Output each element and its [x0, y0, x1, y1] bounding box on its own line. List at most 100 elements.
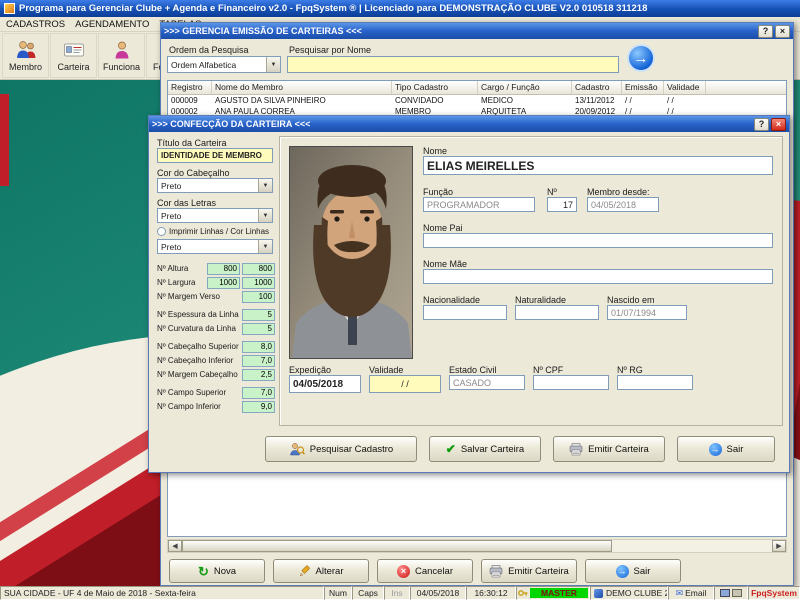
emission-help-button[interactable]: ? [758, 25, 773, 38]
card-help-button[interactable]: ? [754, 118, 769, 131]
pesquisar-cadastro-button[interactable]: Pesquisar Cadastro [265, 436, 417, 462]
emitir-carteira-modal-label: Emitir Carteira [588, 444, 649, 455]
field-curvatura-value[interactable]: 5 [242, 323, 275, 335]
alterar-button[interactable]: Alterar [273, 559, 369, 583]
menu-cadastros[interactable]: CADASTROS [6, 19, 65, 30]
estado-civil-label: Estado Civil [449, 365, 497, 375]
emission-window-titlebar[interactable]: >>> GERENCIA EMISSÃO DE CARTEIRAS <<< ? … [161, 23, 793, 39]
monitor-icon [720, 589, 730, 597]
card-title-label: Título da Carteira [157, 138, 227, 148]
col-registro[interactable]: Registro [168, 81, 212, 94]
toolbar-membro-button[interactable]: Membro [2, 33, 49, 78]
scroll-right-icon[interactable]: ▶ [772, 540, 786, 552]
radio-icon[interactable] [157, 227, 166, 236]
search-name-input[interactable] [287, 56, 619, 73]
line-color-combo[interactable]: Preto ▼ [157, 239, 273, 254]
cpf-input[interactable] [533, 375, 609, 390]
field-margem-verso-value[interactable]: 100 [242, 291, 275, 303]
field-cabecalho-superior-value[interactable]: 8,0 [242, 341, 275, 353]
col-cargo-funcao[interactable]: Cargo / Função [478, 81, 572, 94]
col-cadastro[interactable]: Cadastro [572, 81, 622, 94]
field-margem-cabecalho-label: Nº Margem Cabeçalho [157, 370, 240, 379]
card-title-input[interactable]: IDENTIDADE DE MEMBRO [157, 148, 273, 163]
members-icon [15, 39, 37, 61]
naturalidade-input[interactable] [515, 305, 599, 320]
col-emissao[interactable]: Emissão [622, 81, 664, 94]
status-time: 16:30:12 [466, 586, 516, 600]
nome-input[interactable]: ELIAS MEIRELLES [423, 156, 773, 175]
toolbar-funciona-button[interactable]: Funciona [98, 33, 145, 78]
field-altura-value-2[interactable]: 800 [242, 263, 275, 275]
card-window-titlebar[interactable]: >>> CONFECÇÃO DA CARTEIRA <<< ? × [149, 116, 789, 132]
letter-color-combo[interactable]: Preto ▼ [157, 208, 273, 223]
card-icon [63, 39, 85, 61]
scrollbar-track[interactable] [612, 540, 772, 552]
header-color-combo[interactable]: Preto ▼ [157, 178, 273, 193]
scroll-left-icon[interactable]: ◀ [168, 540, 182, 552]
salvar-carteira-button[interactable]: ✔ Salvar Carteira [429, 436, 541, 462]
horizontal-scrollbar[interactable]: ◀ ▶ [167, 539, 787, 553]
nome-mae-label: Nome Mãe [423, 259, 467, 269]
field-campo-inferior: Nº Campo Inferior 9,0 [157, 400, 275, 413]
toolbar-carteira-button[interactable]: Carteira [50, 33, 97, 78]
cancel-icon: × [397, 565, 410, 578]
membro-desde-label: Membro desde: [587, 187, 650, 197]
emitir-label: Emitir Carteira [508, 566, 569, 577]
field-espessura-value[interactable]: 5 [242, 309, 275, 321]
field-altura-label: Nº Altura [157, 264, 205, 273]
nacionalidade-input[interactable] [423, 305, 507, 320]
status-icons[interactable] [714, 586, 748, 600]
table-row[interactable]: 000009 AGUSTO DA SILVA PINHEIRO CONVIDAD… [168, 95, 786, 106]
cell-cargo: MEDICO [478, 95, 572, 106]
exit-icon: → [616, 565, 629, 578]
field-espessura-label: Nº Espessura da Linha [157, 310, 240, 319]
scrollbar-thumb[interactable] [182, 540, 612, 552]
print-lines-radio-row[interactable]: Imprimir Linhas / Cor Linhas [157, 227, 279, 236]
menu-agendamento[interactable]: AGENDAMENTO [75, 19, 149, 30]
nome-mae-input[interactable] [423, 269, 773, 284]
search-go-button[interactable]: → [627, 44, 655, 72]
field-campo-inferior-value[interactable]: 9,0 [242, 401, 275, 413]
chevron-down-icon: ▼ [258, 209, 272, 222]
header-color-value: Preto [161, 181, 181, 191]
sair-modal-button[interactable]: → Sair [677, 436, 775, 462]
membro-desde-input[interactable]: 04/05/2018 [587, 197, 659, 212]
nome-pai-input[interactable] [423, 233, 773, 248]
cancelar-button[interactable]: × Cancelar [377, 559, 473, 583]
estado-civil-input[interactable]: CASADO [449, 375, 525, 390]
sair-button[interactable]: → Sair [585, 559, 681, 583]
field-largura-value-1[interactable]: 1000 [207, 277, 240, 289]
desktop: Programa para Gerenciar Clube + Agenda e… [0, 0, 800, 600]
emission-close-button[interactable]: × [775, 25, 790, 38]
card-close-button[interactable]: × [771, 118, 786, 131]
status-num: Num [324, 586, 352, 600]
toolbar-carteira-label: Carteira [57, 62, 89, 72]
validade-label: Validade [369, 365, 403, 375]
funcao-input[interactable]: PROGRAMADOR [423, 197, 535, 212]
col-tipo-cadastro[interactable]: Tipo Cadastro [392, 81, 478, 94]
validade-input[interactable]: / / [369, 375, 441, 393]
col-validade[interactable]: Validade [664, 81, 706, 94]
sair-label: Sair [634, 566, 651, 577]
status-user: MASTER [530, 588, 588, 598]
expedicao-input[interactable]: 04/05/2018 [289, 375, 361, 393]
nascido-em-input[interactable]: 01/07/1994 [607, 305, 687, 320]
field-cabecalho-inferior-value[interactable]: 7,0 [242, 355, 275, 367]
search-order-combo[interactable]: Ordem Alfabetica ▼ [167, 56, 281, 73]
members-table-header: Registro Nome do Membro Tipo Cadastro Ca… [168, 81, 786, 95]
field-campo-superior-value[interactable]: 7,0 [242, 387, 275, 399]
field-margem-cabecalho-value[interactable]: 2,5 [242, 369, 275, 381]
field-campo-superior-label: Nº Campo Superior [157, 388, 240, 397]
emitir-carteira-button[interactable]: Emitir Carteira [481, 559, 577, 583]
rg-input[interactable] [617, 375, 693, 390]
emitir-carteira-modal-button[interactable]: Emitir Carteira [553, 436, 665, 462]
nova-button[interactable]: ↻ Nova [169, 559, 265, 583]
numero-input[interactable]: 17 [547, 197, 577, 212]
wallpaper-left-red-bar [0, 94, 9, 186]
field-largura-value-2[interactable]: 1000 [242, 277, 275, 289]
field-altura-value-1[interactable]: 800 [207, 263, 240, 275]
rg-label: Nº RG [617, 365, 643, 375]
col-nome[interactable]: Nome do Membro [212, 81, 392, 94]
status-email[interactable]: ✉ Email [668, 586, 714, 600]
client-icon [594, 589, 603, 598]
